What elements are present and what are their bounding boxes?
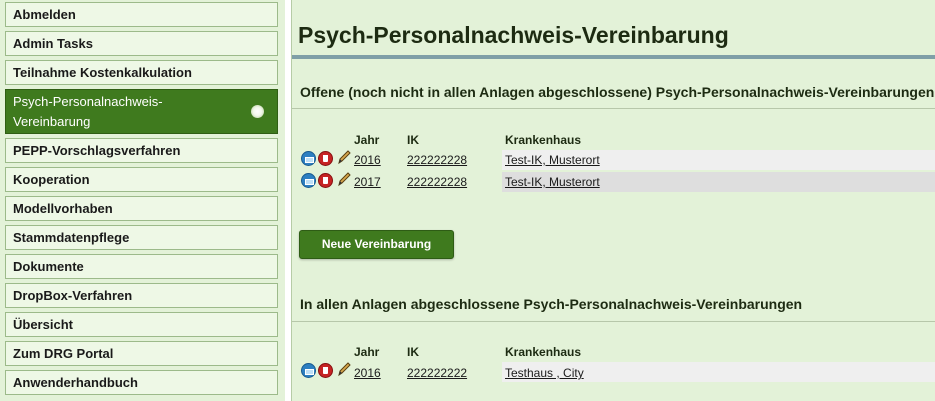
cell-krankenhaus-link[interactable]: Testhaus , City: [505, 366, 584, 380]
nav-item-label: Psych-Personalnachweis-Vereinbarung: [13, 94, 163, 129]
delete-icon[interactable]: [318, 363, 333, 378]
nav-item-kooperation[interactable]: Kooperation: [5, 167, 278, 192]
delete-icon[interactable]: [318, 173, 333, 188]
column-header-ik: IK: [407, 133, 419, 147]
cell-ik-link[interactable]: 222222228: [407, 153, 467, 167]
column-header-krankenhaus: Krankenhaus: [505, 345, 582, 359]
page-title: Psych-Personalnachweis-Vereinbarung: [298, 22, 729, 48]
cell-jahr-link[interactable]: 2016: [354, 366, 381, 380]
nav-item-dropbox-verfahren[interactable]: DropBox-Verfahren: [5, 283, 278, 308]
nav-item-stammdatenpflege[interactable]: Stammdatenpflege: [5, 225, 278, 250]
sidebar-nav: Abmelden Admin Tasks Teilnahme Kostenkal…: [0, 0, 285, 401]
active-indicator-icon: [251, 105, 264, 118]
delete-icon[interactable]: [318, 151, 333, 166]
nav-item-zum-drg-portal[interactable]: Zum DRG Portal: [5, 341, 278, 366]
pencil-icon[interactable]: [337, 171, 351, 187]
title-divider: [292, 55, 935, 59]
column-header-krankenhaus: Krankenhaus: [505, 133, 582, 147]
new-agreement-button[interactable]: Neue Vereinbarung: [299, 230, 454, 259]
cell-ik-link[interactable]: 222222222: [407, 366, 467, 380]
print-icon[interactable]: [301, 151, 316, 166]
pencil-icon[interactable]: [337, 149, 351, 165]
cell-krankenhaus-link[interactable]: Test-IK, Musterort: [505, 153, 600, 167]
cell-krankenhaus-link[interactable]: Test-IK, Musterort: [505, 175, 600, 189]
section-divider: [292, 321, 935, 322]
nav-item-pepp-vorschlagsverfahren[interactable]: PEPP-Vorschlagsverfahren: [5, 138, 278, 163]
nav-item-admin-tasks[interactable]: Admin Tasks: [5, 31, 278, 56]
pencil-icon[interactable]: [337, 361, 351, 377]
nav-item-abmelden[interactable]: Abmelden: [5, 2, 278, 27]
section-divider: [292, 108, 935, 109]
column-header-ik: IK: [407, 345, 419, 359]
column-header-jahr: Jahr: [354, 133, 380, 147]
cell-ik-link[interactable]: 222222228: [407, 175, 467, 189]
print-icon[interactable]: [301, 363, 316, 378]
main-panel: Psych-Personalnachweis-Vereinbarung Offe…: [291, 0, 935, 401]
nav-item-uebersicht[interactable]: Übersicht: [5, 312, 278, 337]
nav-item-modellvorhaben[interactable]: Modellvorhaben: [5, 196, 278, 221]
cell-jahr-link[interactable]: 2017: [354, 175, 381, 189]
nav-item-anwenderhandbuch[interactable]: Anwenderhandbuch: [5, 370, 278, 395]
nav-item-dokumente[interactable]: Dokumente: [5, 254, 278, 279]
open-section-title: Offene (noch nicht in allen Anlagen abge…: [300, 84, 935, 100]
print-icon[interactable]: [301, 173, 316, 188]
nav-item-teilnahme-kostenkalkulation[interactable]: Teilnahme Kostenkalkulation: [5, 60, 278, 85]
cell-jahr-link[interactable]: 2016: [354, 153, 381, 167]
nav-item-psych-personalnachweis-vereinbarung[interactable]: Psych-Personalnachweis-Vereinbarung: [5, 89, 278, 134]
column-header-jahr: Jahr: [354, 345, 380, 359]
closed-section-title: In allen Anlagen abgeschlossene Psych-Pe…: [300, 296, 803, 312]
